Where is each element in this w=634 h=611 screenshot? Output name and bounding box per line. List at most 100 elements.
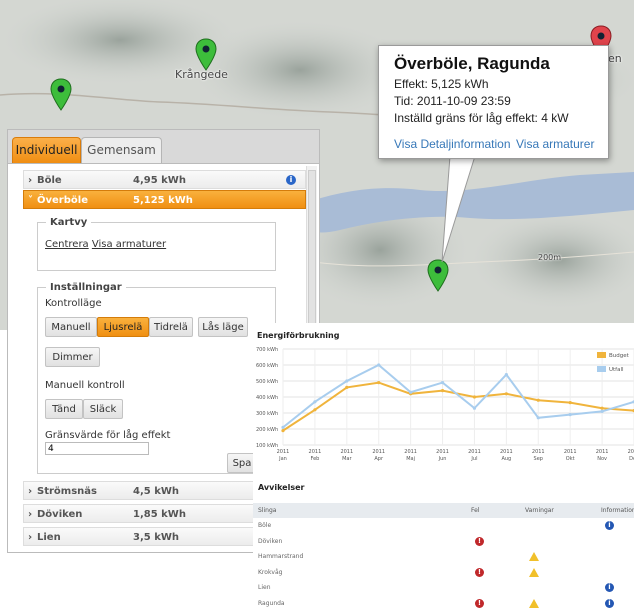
callout-title: Överböle, Ragunda	[394, 54, 550, 73]
callout-pointer	[441, 153, 476, 263]
chevron-down-icon: ˅	[28, 195, 33, 206]
data-point-budget	[377, 381, 381, 385]
x-tick-year: 2011	[468, 449, 481, 455]
x-tick-month: Nov	[597, 456, 607, 462]
installningar-legend: Inställningar	[50, 282, 122, 293]
list-item-bole[interactable]: › Böle 4,95 kWh i	[23, 170, 306, 189]
las-lage-button[interactable]: Lås läge	[198, 317, 248, 337]
error-icon: !	[475, 598, 484, 608]
info-icon[interactable]: i	[286, 175, 296, 185]
data-point-budget	[313, 408, 317, 412]
chart-title: Energiförbrukning	[257, 331, 340, 340]
tand-button[interactable]: Tänd	[45, 399, 83, 419]
table-row[interactable]: Döviken!	[253, 534, 634, 549]
error-icon: !	[475, 536, 484, 546]
visa-armaturer-link[interactable]: Visa armaturer	[92, 239, 166, 250]
link-visa-detaljinformation[interactable]: Visa Detaljinformation	[394, 137, 511, 151]
chevron-right-icon: ›	[28, 509, 33, 520]
warning-icon	[529, 598, 539, 608]
data-point-utfall	[409, 390, 413, 394]
data-point-budget	[472, 395, 477, 399]
x-tick-month: Maj	[406, 456, 415, 462]
y-tick-label: 400 kWh	[256, 395, 278, 401]
gransvarde-label: Gränsvärde för låg effekt	[45, 430, 171, 441]
x-tick-month: Jun	[438, 456, 447, 462]
column-header: Fel	[471, 507, 480, 514]
x-tick-year: 2011	[340, 449, 353, 455]
column-header: Slinga	[258, 507, 277, 514]
centrera-link[interactable]: Centrera	[45, 239, 89, 250]
table-row[interactable]: Krokvåg!	[253, 565, 634, 580]
row-value: 4,95 kWh	[133, 175, 186, 186]
column-header: Information	[601, 507, 634, 514]
dimmer-button[interactable]: Dimmer	[45, 347, 100, 367]
x-tick-year: 2011	[372, 449, 385, 455]
manuell-kontroll-label: Manuell kontroll	[45, 380, 125, 391]
row-value: 3,5 kWh	[133, 532, 179, 543]
x-tick-year: 2011	[564, 449, 577, 455]
map-marker-west[interactable]	[50, 78, 72, 112]
info-icon: i	[605, 521, 614, 530]
row-name: Lien	[258, 584, 271, 591]
data-point-budget	[440, 389, 445, 393]
x-tick-month: Okt	[566, 456, 575, 462]
data-point-utfall	[568, 413, 572, 417]
x-tick-month: Jul	[470, 456, 477, 462]
row-value: 5,125 kWh	[133, 195, 193, 206]
mode-ljusrela-button[interactable]: Ljusrelä	[97, 317, 149, 337]
gransvarde-input[interactable]	[45, 442, 149, 455]
x-tick-month: Dec	[629, 456, 634, 462]
y-tick-label: 300 kWh	[256, 411, 278, 417]
callout-grans: Inställd gräns för låg effekt: 4 kW	[394, 111, 569, 125]
x-tick-year: 2011	[277, 449, 290, 455]
row-name: Döviken	[258, 537, 283, 545]
x-tick-year: 2011	[500, 449, 513, 455]
chevron-right-icon: ›	[28, 486, 33, 497]
x-tick-year: 2011	[404, 449, 417, 455]
table-row[interactable]: Ragunda! i	[253, 596, 634, 611]
chevron-right-icon: ›	[28, 532, 33, 543]
row-name: Överböle	[37, 195, 88, 206]
y-tick-label: 100 kWh	[256, 443, 278, 449]
data-point-budget	[281, 429, 285, 433]
map-label-elevation: 200m	[538, 253, 562, 262]
info-icon: i	[605, 598, 614, 608]
row-name: Lien	[37, 532, 61, 543]
series-line-budget	[282, 381, 634, 432]
list-item-overbole[interactable]: ˅ Överböle 5,125 kWh	[23, 190, 306, 209]
x-tick-month: Sep	[534, 456, 543, 462]
table-row[interactable]: Böle i	[253, 518, 634, 533]
column-header: Varningar	[525, 507, 554, 514]
tab-gemensam[interactable]: Gemensam	[81, 137, 162, 163]
y-tick-label: 200 kWh	[256, 427, 278, 433]
x-tick-month: Feb	[310, 456, 319, 462]
data-point-utfall	[440, 381, 445, 385]
y-tick-label: 500 kWh	[256, 379, 278, 385]
mode-tidrela-button[interactable]: Tidrelä	[149, 317, 193, 337]
slack-button[interactable]: Släck	[83, 399, 123, 419]
row-value: 4,5 kWh	[133, 486, 179, 497]
tab-bar: Individuell Gemensam	[8, 130, 319, 164]
data-point-utfall	[600, 409, 604, 413]
map-marker-krangede[interactable]	[195, 38, 217, 72]
data-point-budget	[600, 406, 604, 410]
data-point-budget	[504, 392, 508, 396]
y-tick-label: 700 kWh	[256, 347, 278, 353]
link-visa-armaturer[interactable]: Visa armaturer	[516, 137, 594, 151]
table-row[interactable]: Lien i	[253, 580, 634, 595]
warning-icon	[529, 567, 539, 577]
x-tick-month: Apr	[374, 456, 384, 462]
data-point-budget	[568, 401, 572, 405]
table-row[interactable]: Hammarstrand	[253, 549, 634, 564]
tab-individuell[interactable]: Individuell	[12, 137, 81, 163]
legend-label-budget: Budget	[609, 353, 630, 359]
row-name: Krokvåg	[258, 568, 283, 576]
row-name: Hammarstrand	[258, 553, 304, 560]
energy-chart: 100 kWh 200 kWh 300 kWh 400 kWh 500 kWh 600 k…	[256, 347, 634, 462]
x-tick-year: 2011	[436, 449, 449, 455]
data-point-budget	[536, 398, 540, 402]
info-icon: i	[605, 583, 614, 592]
mode-manuell-button[interactable]: Manuell	[45, 317, 97, 337]
warning-icon	[529, 552, 539, 561]
x-tick-month: Jan	[278, 456, 287, 462]
